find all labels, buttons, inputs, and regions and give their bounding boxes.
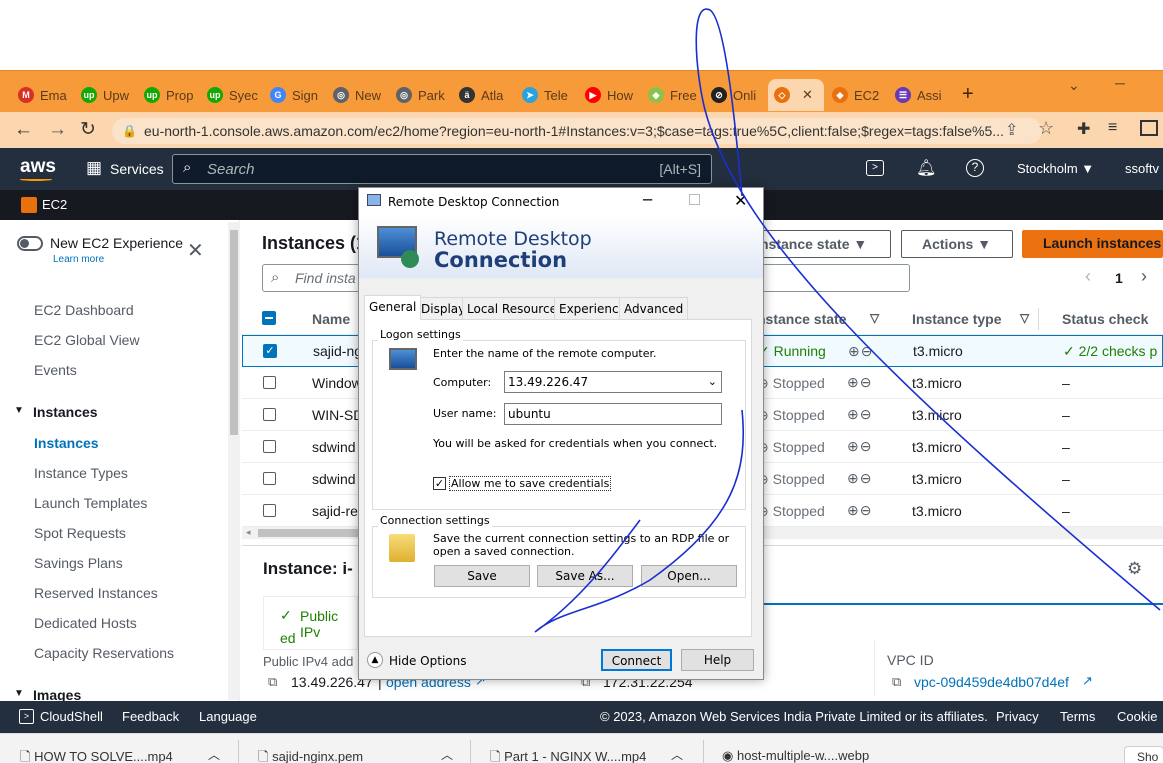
tab-general[interactable]: General (364, 295, 422, 320)
screen: M Ema up Upw up Prop up Syec G Sign ◎ New ◎ Park ä Atla… (0, 0, 1163, 763)
annotation-strokes (534, 8, 1161, 633)
annotation-stroke (695, 8, 1161, 611)
annotation-stroke (534, 409, 745, 633)
